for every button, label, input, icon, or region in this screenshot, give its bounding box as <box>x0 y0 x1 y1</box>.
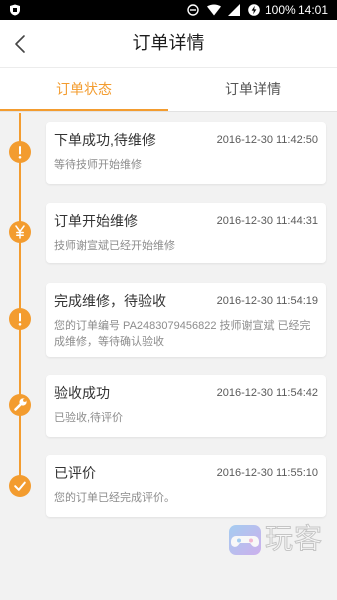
timeline-node <box>9 221 31 243</box>
back-arrow-icon <box>15 35 25 53</box>
timeline-time: 2016-12-30 11:54:19 <box>216 295 318 307</box>
do-not-disturb-icon <box>187 4 199 16</box>
timeline-line <box>19 113 21 486</box>
timeline-card: 下单成功,待维修 2016-12-30 11:42:50 等待技师开始维修 <box>46 122 326 184</box>
timeline-time: 2016-12-30 11:44:31 <box>216 215 318 227</box>
gamepad-icon <box>229 525 261 555</box>
yen-icon <box>15 225 25 239</box>
timeline-title: 验收成功 <box>54 385 110 401</box>
timeline-desc: 您的订单编号 PA2483079456822 技师谢宣斌 已经完成维修，等待确认… <box>54 320 311 348</box>
watermark-text: 玩客 <box>264 523 324 555</box>
exclamation-icon <box>18 146 22 159</box>
timeline-card: 完成维修，待验收 2016-12-30 11:54:19 您的订单编号 PA24… <box>46 283 326 357</box>
shield-icon <box>10 4 20 16</box>
timeline-card: 验收成功 2016-12-30 11:54:42 已验收,待评价 <box>46 375 326 437</box>
exclamation-icon <box>18 313 22 326</box>
tab-order-details[interactable]: 订单详情 <box>169 68 337 111</box>
status-bar: 100% 14:01 <box>0 0 337 20</box>
timeline-desc: 您的订单已经完成评价。 <box>54 492 175 504</box>
watermark: 玩客 <box>228 522 330 558</box>
signal-icon <box>228 4 240 16</box>
timeline-node <box>9 308 31 330</box>
timeline-time: 2016-12-30 11:55:10 <box>216 467 318 479</box>
timeline-node <box>9 141 31 163</box>
timeline-node <box>9 394 31 416</box>
timeline-time: 2016-12-30 11:54:42 <box>216 387 318 399</box>
wrench-icon <box>14 398 27 411</box>
battery-percent: 100% <box>265 3 296 17</box>
check-icon <box>14 481 26 491</box>
timeline-desc: 已验收,待评价 <box>54 412 124 424</box>
timeline-title: 下单成功,待维修 <box>54 132 156 148</box>
battery-charging-icon <box>248 4 260 16</box>
timeline-title: 完成维修，待验收 <box>54 293 166 309</box>
tab-order-status[interactable]: 订单状态 <box>0 68 168 111</box>
wifi-icon <box>207 4 221 16</box>
timeline-time: 2016-12-30 11:42:50 <box>216 134 318 146</box>
timeline-title: 订单开始维修 <box>54 213 138 229</box>
app-header: 订单详情 <box>0 20 337 68</box>
timeline-title: 已评价 <box>54 465 96 481</box>
timeline-card: 已评价 2016-12-30 11:55:10 您的订单已经完成评价。 <box>46 455 326 517</box>
timeline-desc: 技师谢宣斌已经开始维修 <box>54 240 175 252</box>
back-button[interactable] <box>6 28 34 60</box>
timeline-node <box>9 475 31 497</box>
clock: 14:01 <box>298 3 329 17</box>
page-title: 订单详情 <box>132 33 205 53</box>
timeline-card: 订单开始维修 2016-12-30 11:44:31 技师谢宣斌已经开始维修 <box>46 203 326 263</box>
tab-bar: 订单状态 订单详情 <box>0 68 337 112</box>
timeline-desc: 等待技师开始维修 <box>54 159 142 171</box>
